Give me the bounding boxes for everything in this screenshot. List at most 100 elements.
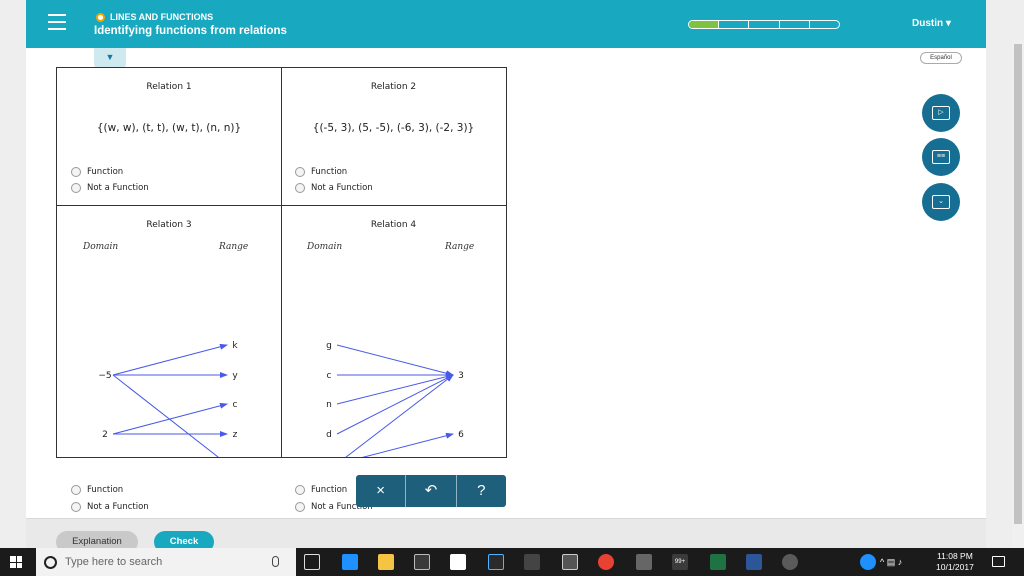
topic-dropdown-toggle[interactable]: ▼ (94, 48, 126, 68)
calendar-icon[interactable] (562, 554, 578, 570)
radio-button[interactable] (295, 183, 305, 193)
topic-status-icon (96, 12, 105, 22)
option-label: Function (87, 167, 124, 177)
taskbar-search[interactable]: Type here to search (36, 548, 296, 576)
store-icon[interactable] (414, 554, 430, 570)
relation-1-cell: Relation 1 {(w, w), (t, t), (w, t), (n, … (57, 68, 282, 206)
language-button[interactable]: Español (920, 52, 962, 64)
clock-date: 10/1/2017 (936, 562, 974, 572)
textbook-icon: ≡≡ (932, 150, 950, 164)
relation-2-title: Relation 2 (370, 82, 417, 92)
mapping-arrow (336, 373, 454, 405)
task-view-icon[interactable] (304, 554, 320, 570)
relation-1-not-function-option[interactable]: Not a Function (71, 183, 149, 193)
mapping-arrow (112, 343, 228, 376)
option-label: Not a Function (87, 502, 149, 512)
relation-2-function-option[interactable]: Function (295, 167, 347, 177)
top-bar: LINES AND FUNCTIONS Identifying function… (26, 0, 986, 48)
domain-element: −5 (98, 371, 111, 381)
topic-title: LINES AND FUNCTIONS (110, 12, 214, 22)
relation-2-cell: Relation 2 {(-5, 3), (5, -5), (-6, 3), (… (281, 68, 506, 206)
radio-button[interactable] (295, 502, 305, 512)
radio-button[interactable] (71, 502, 81, 512)
topic-label: LINES AND FUNCTIONS (96, 12, 213, 22)
relation-4-function-option[interactable]: Function (295, 485, 347, 495)
progress-segment (689, 21, 720, 28)
progress-bar (688, 20, 840, 29)
mapping-arrow (362, 432, 454, 457)
relation-2-not-function-option[interactable]: Not a Function (295, 183, 373, 193)
system-tray[interactable]: ^ ▤ ♪ (880, 548, 902, 576)
taskbar-search-placeholder: Type here to search (65, 556, 163, 568)
relation-3-function-option[interactable]: Function (71, 485, 123, 495)
mapping-arrow (336, 374, 454, 435)
menu-icon[interactable] (48, 14, 66, 32)
amazon-icon[interactable] (450, 554, 466, 570)
message-button[interactable]: ⌄ (922, 183, 960, 221)
progress-segment (719, 21, 750, 28)
relation-4-mapping-diagram: gcndw36 (326, 341, 464, 457)
mapping-arrow (112, 374, 219, 457)
help-tray-icon[interactable] (860, 554, 876, 570)
relation-1-title: Relation 1 (146, 82, 192, 92)
relation-4-cell: Relation 4 Domain Range gcndw36 Function… (281, 206, 506, 512)
excel-icon[interactable] (710, 554, 726, 570)
edge-icon[interactable] (342, 554, 358, 570)
domain-element: d (326, 430, 332, 440)
range-element: y (232, 371, 238, 381)
file-explorer-icon[interactable] (378, 554, 394, 570)
domain-element: g (326, 341, 332, 351)
windows-start-icon[interactable] (10, 556, 22, 568)
relation-3-not-function-option[interactable]: Not a Function (71, 502, 149, 512)
answer-toolbar: × ↶ ? (356, 475, 506, 507)
radio-button[interactable] (295, 167, 305, 177)
domain-element: 2 (102, 430, 108, 440)
relations-grid: Relation 1 {(w, w), (t, t), (w, t), (n, … (56, 67, 507, 512)
radio-button[interactable] (295, 485, 305, 495)
range-element: 3 (458, 371, 464, 381)
infinity-app-icon[interactable] (488, 554, 504, 570)
app-icon[interactable] (524, 554, 540, 570)
video-button[interactable]: ▷ (922, 94, 960, 132)
word-icon[interactable] (746, 554, 762, 570)
relation-2-set: {(-5, 3), (5, -5), (-6, 3), (-2, 3)} (312, 122, 475, 134)
notification-badge[interactable]: 99+ (672, 554, 688, 570)
message-icon: ⌄ (932, 195, 950, 209)
clear-button[interactable]: × (356, 475, 407, 507)
option-label: Function (311, 485, 348, 495)
radio-button[interactable] (71, 485, 81, 495)
page-scrollbar[interactable] (1012, 40, 1024, 548)
clock-time: 11:08 PM (937, 551, 973, 561)
chrome-icon[interactable] (598, 554, 614, 570)
mapping-arrow (112, 402, 228, 435)
mapping-arrow (345, 374, 454, 457)
user-menu[interactable]: Dustin (912, 18, 951, 29)
help-button[interactable]: ? (457, 475, 506, 507)
radio-button[interactable] (71, 183, 81, 193)
undo-button[interactable]: ↶ (406, 475, 457, 507)
relation-1-set: {(w, w), (t, t), (w, t), (n, n)} (96, 122, 242, 134)
relation-3-cell: Relation 3 Domain Range −52kyczg Functio… (57, 206, 282, 512)
action-center-icon[interactable] (992, 556, 1005, 567)
taskbar-clock[interactable]: 11:08 PM 10/1/2017 (936, 551, 974, 573)
range-element: k (232, 341, 238, 351)
footer-bar: Explanation Check (26, 518, 986, 553)
windows-taskbar: Type here to search 99+ ^ ▤ ♪ 11:08 PM 1… (0, 548, 1024, 576)
relation-1-function-option[interactable]: Function (71, 167, 123, 177)
option-label: Not a Function (311, 183, 373, 193)
microphone-icon[interactable] (272, 556, 279, 567)
paint-icon[interactable] (782, 554, 798, 570)
range-element: 6 (458, 430, 464, 440)
app-window: LINES AND FUNCTIONS Identifying function… (26, 0, 986, 553)
radio-button[interactable] (71, 167, 81, 177)
range-element: c (233, 400, 238, 410)
textbook-button[interactable]: ≡≡ (922, 138, 960, 176)
calculator-icon[interactable] (636, 554, 652, 570)
relation-3-mapping-diagram: −52kyczg (98, 341, 238, 457)
progress-segment (780, 21, 810, 28)
domain-element: n (326, 400, 332, 410)
lesson-title: Identifying functions from relations (94, 25, 287, 37)
option-label: Not a Function (87, 183, 149, 193)
scrollbar-thumb[interactable] (1014, 44, 1022, 524)
domain-element: c (327, 371, 332, 381)
